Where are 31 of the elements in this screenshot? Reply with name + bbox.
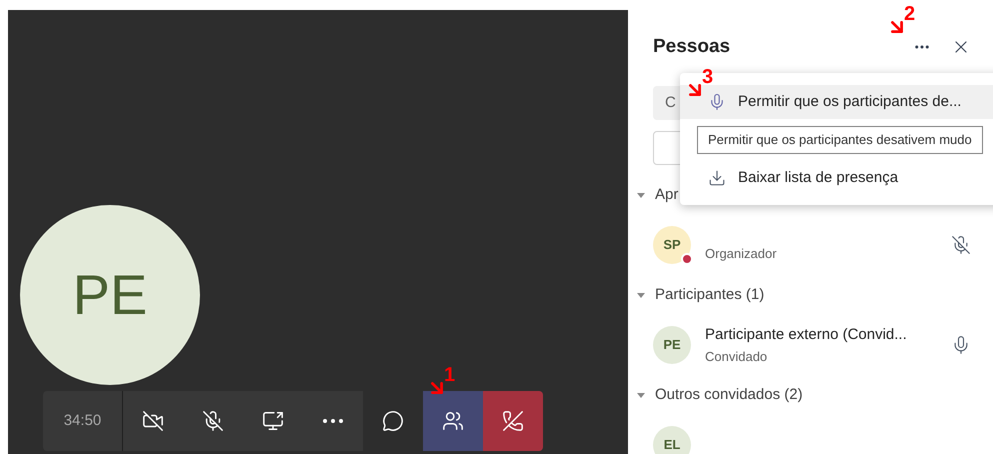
panel-title: Pessoas (653, 34, 732, 59)
section-heading[interactable]: Outros convidados (2) (655, 384, 803, 406)
tooltip: Permitir que os participantes desativem mudo (697, 126, 983, 154)
toolbar-button[interactable] (423, 391, 483, 451)
caret-icon[interactable] (637, 292, 645, 298)
chat-icon (382, 410, 404, 432)
participant-avatar: PE (20, 205, 200, 385)
section-heading[interactable]: Apr (655, 184, 678, 206)
caret-icon[interactable] (637, 192, 645, 198)
mic-off-icon (202, 410, 224, 432)
more-icon (323, 419, 343, 423)
mic-icon (708, 93, 726, 111)
person-role: Organizador (705, 245, 778, 264)
person-name: Participante externo (Convid... (705, 325, 908, 345)
person-avatar: PE (653, 326, 691, 364)
download-icon (708, 169, 726, 187)
camera-off-icon (142, 410, 164, 432)
caret-icon[interactable] (637, 392, 645, 398)
section-heading[interactable]: Participantes (1) (655, 284, 764, 306)
person-avatar: SP (653, 226, 691, 264)
person-avatar: EL (653, 426, 691, 454)
share-screen-icon (262, 410, 284, 432)
person-role: Convidado (705, 348, 768, 366)
phone-icon (502, 410, 524, 432)
callout-number: 3 (702, 67, 714, 87)
callout-number: 2 (904, 4, 916, 24)
people-icon (442, 410, 464, 432)
hang-up-button[interactable] (483, 391, 543, 451)
callout-number: 1 (444, 365, 456, 385)
mic-off-icon (951, 235, 971, 255)
menu-item[interactable]: Permitir que os participantes de... (680, 85, 993, 119)
